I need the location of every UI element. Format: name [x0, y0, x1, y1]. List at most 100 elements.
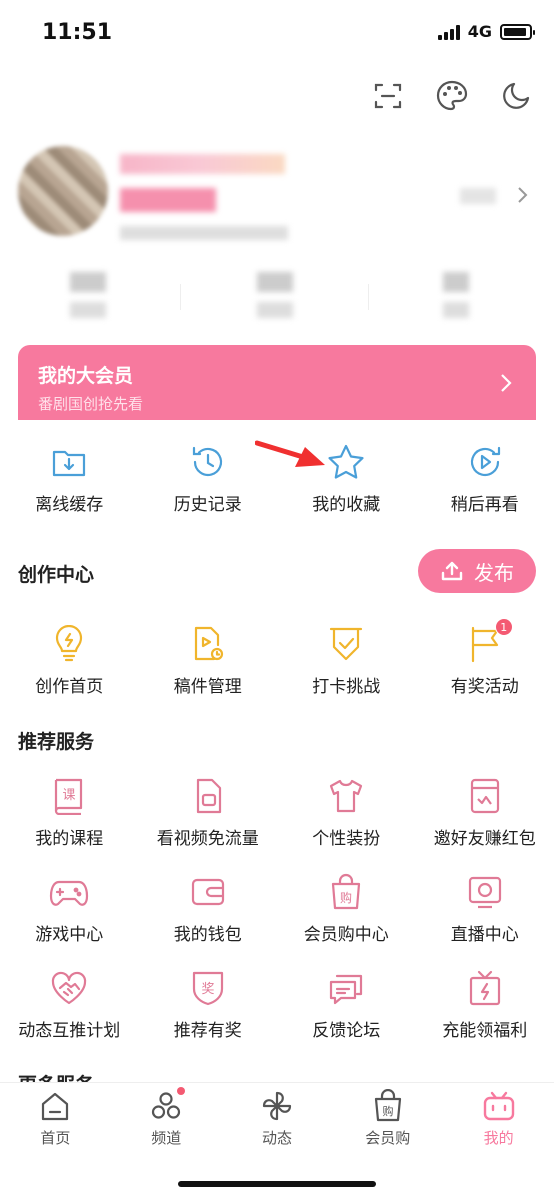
- publish-button-label: 发布: [474, 560, 514, 585]
- vip-tag-blurred: [120, 188, 216, 212]
- svg-text:课: 课: [63, 788, 76, 803]
- flag-icon: 1: [465, 618, 513, 664]
- course-book-icon: 课: [49, 776, 89, 816]
- shopping-bag-icon: 购: [371, 1089, 405, 1123]
- creation-item-label: 稿件管理: [173, 677, 242, 697]
- service-label: 直播中心: [450, 925, 519, 945]
- svg-text:购: 购: [340, 890, 352, 905]
- svg-text:购: 购: [382, 1104, 393, 1118]
- creation-manuscripts[interactable]: 稿件管理: [139, 624, 278, 697]
- status-bar: 11:51 4G: [0, 0, 554, 64]
- services-row-3: 动态互推计划 奖 推荐有奖 反馈论坛 充能领福利: [0, 968, 554, 1041]
- bottom-tab-bar: 首页 频道 动态 购 会员购 我的: [0, 1082, 554, 1199]
- service-invite-friends[interactable]: 邀好友赚红包: [416, 776, 554, 849]
- tv-mascot-icon: [482, 1089, 516, 1123]
- publish-button[interactable]: 发布: [418, 549, 536, 593]
- avatar[interactable]: [18, 146, 108, 236]
- download-folder-icon: [49, 442, 89, 482]
- signal-icon: [437, 24, 460, 40]
- tab-home[interactable]: 首页: [0, 1083, 111, 1199]
- services-row-2: 游戏中心 我的钱包 购 会员购中心 直播中心: [0, 872, 554, 945]
- home-indicator: [178, 1181, 376, 1187]
- service-label: 个性装扮: [312, 829, 381, 849]
- service-live-center[interactable]: 直播中心: [416, 872, 554, 945]
- network-type: 4G: [467, 22, 492, 41]
- tshirt-icon: [326, 776, 366, 816]
- user-meta-blurred: [120, 226, 288, 240]
- heart-handshake-icon: [49, 968, 89, 1008]
- quick-action-label: 离线缓存: [35, 495, 104, 515]
- live-tv-icon: [465, 872, 505, 912]
- quick-action-offline-cache[interactable]: 离线缓存: [0, 442, 139, 515]
- creation-rewards[interactable]: 1 有奖活动: [416, 618, 554, 697]
- creation-item-label: 打卡挑战: [312, 677, 381, 697]
- top-actions: [370, 78, 534, 114]
- space-link-blurred: [460, 188, 496, 204]
- creation-item-label: 创作首页: [35, 677, 104, 697]
- creation-checkin[interactable]: 打卡挑战: [277, 624, 416, 697]
- service-my-course[interactable]: 课 我的课程: [0, 776, 139, 849]
- notification-badge: 1: [494, 618, 513, 636]
- service-dress-up[interactable]: 个性装扮: [277, 776, 416, 849]
- service-label: 我的钱包: [173, 925, 242, 945]
- vip-banner-title: 我的大会员: [38, 365, 134, 387]
- stat-followers[interactable]: [443, 272, 483, 318]
- battery-icon: [500, 23, 535, 40]
- services-row-1: 课 我的课程 看视频免流量 个性装扮 邀好友赚红包: [0, 776, 554, 849]
- profile-header[interactable]: [18, 146, 538, 256]
- service-label: 邀好友赚红包: [433, 829, 536, 849]
- status-time: 11:51: [42, 20, 113, 45]
- vip-banner[interactable]: 我的大会员 番剧国创抢先看: [18, 345, 536, 422]
- chevron-right-icon: [516, 186, 528, 208]
- tab-mine[interactable]: 我的: [443, 1083, 554, 1199]
- service-feedback-forum[interactable]: 反馈论坛: [277, 968, 416, 1041]
- service-member-shop[interactable]: 购 会员购中心: [277, 872, 416, 945]
- service-game-center[interactable]: 游戏中心: [0, 872, 139, 945]
- tab-label: 动态: [261, 1129, 292, 1147]
- star-icon: [326, 442, 366, 482]
- profile-stats: [0, 272, 554, 332]
- service-free-data[interactable]: 看视频免流量: [139, 776, 278, 849]
- section-title-recommended: 推荐服务: [18, 731, 95, 753]
- reward-badge-icon: 奖: [188, 968, 228, 1008]
- home-icon: [38, 1089, 72, 1123]
- watch-later-icon: [465, 442, 505, 482]
- service-label: 充能领福利: [442, 1021, 528, 1041]
- service-label: 会员购中心: [303, 925, 389, 945]
- service-wallet[interactable]: 我的钱包: [139, 872, 278, 945]
- gift-box-icon: [465, 968, 505, 1008]
- quick-action-label: 我的收藏: [312, 495, 381, 515]
- battery-level: [504, 27, 527, 36]
- shopping-bag-icon: 购: [326, 872, 366, 912]
- stat-following[interactable]: [257, 272, 297, 318]
- service-label: 看视频免流量: [156, 829, 259, 849]
- service-charge-benefits[interactable]: 充能领福利: [416, 968, 554, 1041]
- creation-item-label: 有奖活动: [450, 677, 519, 697]
- manuscript-icon: [188, 624, 228, 664]
- vip-banner-subtitle: 番剧国创抢先看: [38, 395, 144, 413]
- lightbulb-icon: [49, 624, 89, 664]
- history-clock-icon: [188, 442, 228, 482]
- service-mutual-promotion[interactable]: 动态互推计划: [0, 968, 139, 1041]
- theme-palette-icon[interactable]: [434, 78, 470, 114]
- night-mode-icon[interactable]: [498, 78, 534, 114]
- username-blurred: [120, 154, 285, 174]
- section-title-creation: 创作中心: [18, 564, 95, 586]
- red-packet-icon: [465, 776, 505, 816]
- service-referral-reward[interactable]: 奖 推荐有奖: [139, 968, 278, 1041]
- wallet-icon: [188, 872, 228, 912]
- divider: [368, 284, 369, 310]
- chevron-right-icon: [500, 373, 512, 397]
- checkin-badge-icon: [326, 624, 366, 664]
- stat-dynamics[interactable]: [70, 272, 110, 318]
- quick-action-watch-later[interactable]: 稍后再看: [416, 442, 554, 515]
- tab-label: 会员购: [365, 1129, 411, 1147]
- quick-action-label: 稍后再看: [450, 495, 519, 515]
- red-arrow-annotation: [254, 437, 329, 477]
- service-label: 推荐有奖: [173, 1021, 242, 1041]
- scan-icon[interactable]: [370, 78, 406, 114]
- status-indicators: 4G: [437, 22, 535, 41]
- tab-label: 频道: [151, 1129, 182, 1147]
- creation-home[interactable]: 创作首页: [0, 624, 139, 697]
- new-dot: [177, 1087, 186, 1095]
